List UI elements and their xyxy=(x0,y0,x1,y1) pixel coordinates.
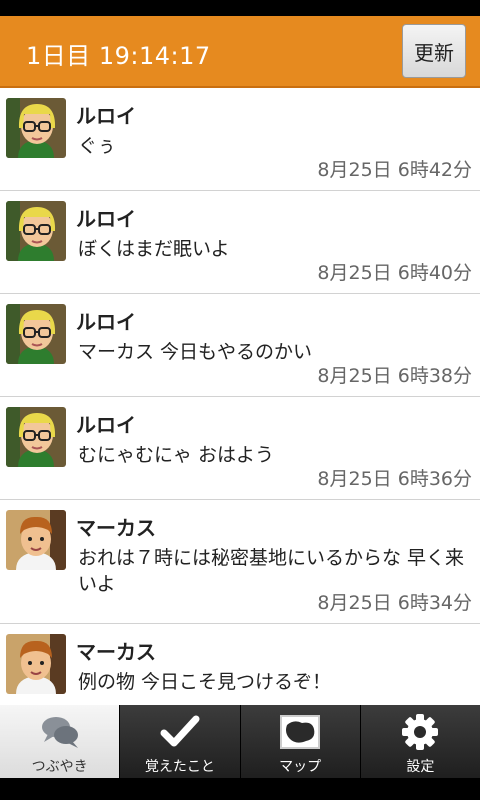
list-item[interactable]: マーカス 例の物 今日こそ見つけるぞ！ xyxy=(0,624,480,705)
game-clock-title: 1日目 19:14:17 xyxy=(26,42,211,70)
avatar-leroy xyxy=(6,304,66,364)
tab-label: 設定 xyxy=(406,759,435,775)
system-bottom-bar xyxy=(0,778,480,800)
status-bar xyxy=(0,0,480,16)
avatar-leroy xyxy=(6,407,66,467)
tab-map[interactable]: マップ xyxy=(240,705,361,778)
avatar-leroy xyxy=(6,98,66,158)
list-item[interactable]: マーカス おれは７時には秘密基地にいるからな 早く来いよ 8月25日 6時34分 xyxy=(0,500,480,624)
list-item[interactable]: ルロイ マーカス 今日もやるのかい 8月25日 6時38分 xyxy=(0,294,480,397)
post-author: マーカス xyxy=(76,516,156,540)
post-timestamp: 8月25日 6時34分 xyxy=(317,592,472,614)
post-timestamp: 8月25日 6時42分 xyxy=(317,159,472,181)
tweet-feed[interactable]: ルロイ ぐぅ 8月25日 6時42分 ルロイ ぼくはまだ眠いよ 8月25日 6時… xyxy=(0,88,480,705)
tab-bar: つぶやき 覚えたこと マップ 設定 xyxy=(0,705,480,778)
list-item[interactable]: ルロイ ぼくはまだ眠いよ 8月25日 6時40分 xyxy=(0,191,480,294)
post-message: 例の物 今日こそ見つけるぞ！ xyxy=(78,671,332,693)
tab-label: つぶやき xyxy=(31,759,88,775)
avatar-marcus xyxy=(6,510,66,570)
post-timestamp: 8月25日 6時36分 xyxy=(317,468,472,490)
post-author: マーカス xyxy=(76,640,156,664)
tab-tweets[interactable]: つぶやき xyxy=(0,705,121,778)
tab-label: 覚えたこと xyxy=(144,759,215,775)
avatar-marcus xyxy=(6,634,66,694)
gear-icon xyxy=(398,712,442,752)
app-header: 1日目 19:14:17 更新 xyxy=(0,16,480,88)
refresh-button[interactable]: 更新 xyxy=(402,24,466,78)
tab-learned[interactable]: 覚えたこと xyxy=(120,705,241,778)
list-item[interactable]: ルロイ ぐぅ 8月25日 6時42分 xyxy=(0,88,480,191)
post-timestamp: 8月25日 6時40分 xyxy=(317,262,472,284)
post-author: ルロイ xyxy=(76,207,136,231)
post-timestamp: 8月25日 6時38分 xyxy=(317,365,472,387)
post-author: ルロイ xyxy=(76,413,136,437)
list-item[interactable]: ルロイ むにゃむにゃ おはよう 8月25日 6時36分 xyxy=(0,397,480,500)
map-icon xyxy=(278,712,322,752)
checkmark-icon xyxy=(158,712,202,752)
post-author: ルロイ xyxy=(76,310,136,334)
tab-label: マップ xyxy=(279,759,322,775)
post-author: ルロイ xyxy=(76,104,136,128)
avatar-leroy xyxy=(6,201,66,261)
tab-settings[interactable]: 設定 xyxy=(360,705,480,778)
speech-bubbles-icon xyxy=(38,712,82,752)
